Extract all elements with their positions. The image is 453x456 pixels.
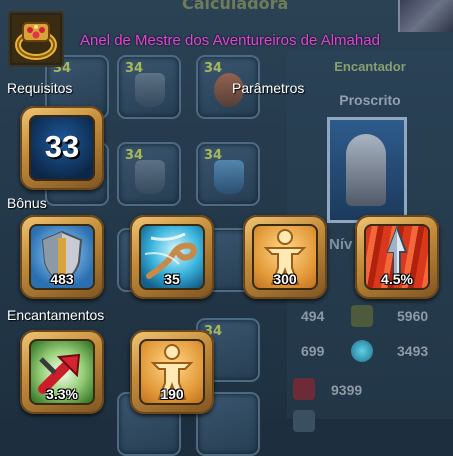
level-requirement-icon: 33 bbox=[29, 115, 95, 181]
bonus-badge: 483 bbox=[20, 215, 104, 299]
requirements-label: Requisitos bbox=[7, 80, 73, 96]
enchantment-value: 3.3% bbox=[46, 386, 78, 402]
bonus-badge: 35 bbox=[130, 215, 214, 299]
enchantment-value: 190 bbox=[160, 386, 184, 402]
requirement-level-badge: 33 bbox=[20, 106, 104, 190]
enchantments-label: Encantamentos bbox=[7, 307, 105, 323]
bonus-badge: 300 bbox=[243, 215, 327, 299]
bonus-label: Bônus bbox=[7, 195, 47, 211]
shield-icon: 483 bbox=[29, 224, 95, 290]
requirement-level-value: 33 bbox=[44, 129, 80, 164]
bonus-value: 35 bbox=[164, 271, 180, 287]
item-tooltip: Anel de Mestre dos Aventureiros de Almah… bbox=[0, 0, 453, 419]
bonus-value: 4.5% bbox=[381, 271, 413, 287]
bonus-value: 300 bbox=[273, 271, 297, 287]
bonus-value: 483 bbox=[50, 271, 74, 287]
vortex-icon: 35 bbox=[139, 224, 205, 290]
strength-figure-icon: 190 bbox=[139, 339, 205, 405]
enchantment-badge: 3.3% bbox=[20, 330, 104, 414]
item-icon-frame bbox=[8, 11, 64, 67]
enchantment-badge: 190 bbox=[130, 330, 214, 414]
strength-figure-icon: 300 bbox=[252, 224, 318, 290]
ring-icon bbox=[12, 15, 60, 63]
parameters-label: Parâmetros bbox=[232, 80, 305, 96]
crystal-burst-icon: 4.5% bbox=[364, 224, 430, 290]
bonus-badge: 4.5% bbox=[355, 215, 439, 299]
crit-arrow-icon: 3.3% bbox=[29, 339, 95, 405]
item-name: Anel de Mestre dos Aventureiros de Almah… bbox=[80, 32, 380, 49]
